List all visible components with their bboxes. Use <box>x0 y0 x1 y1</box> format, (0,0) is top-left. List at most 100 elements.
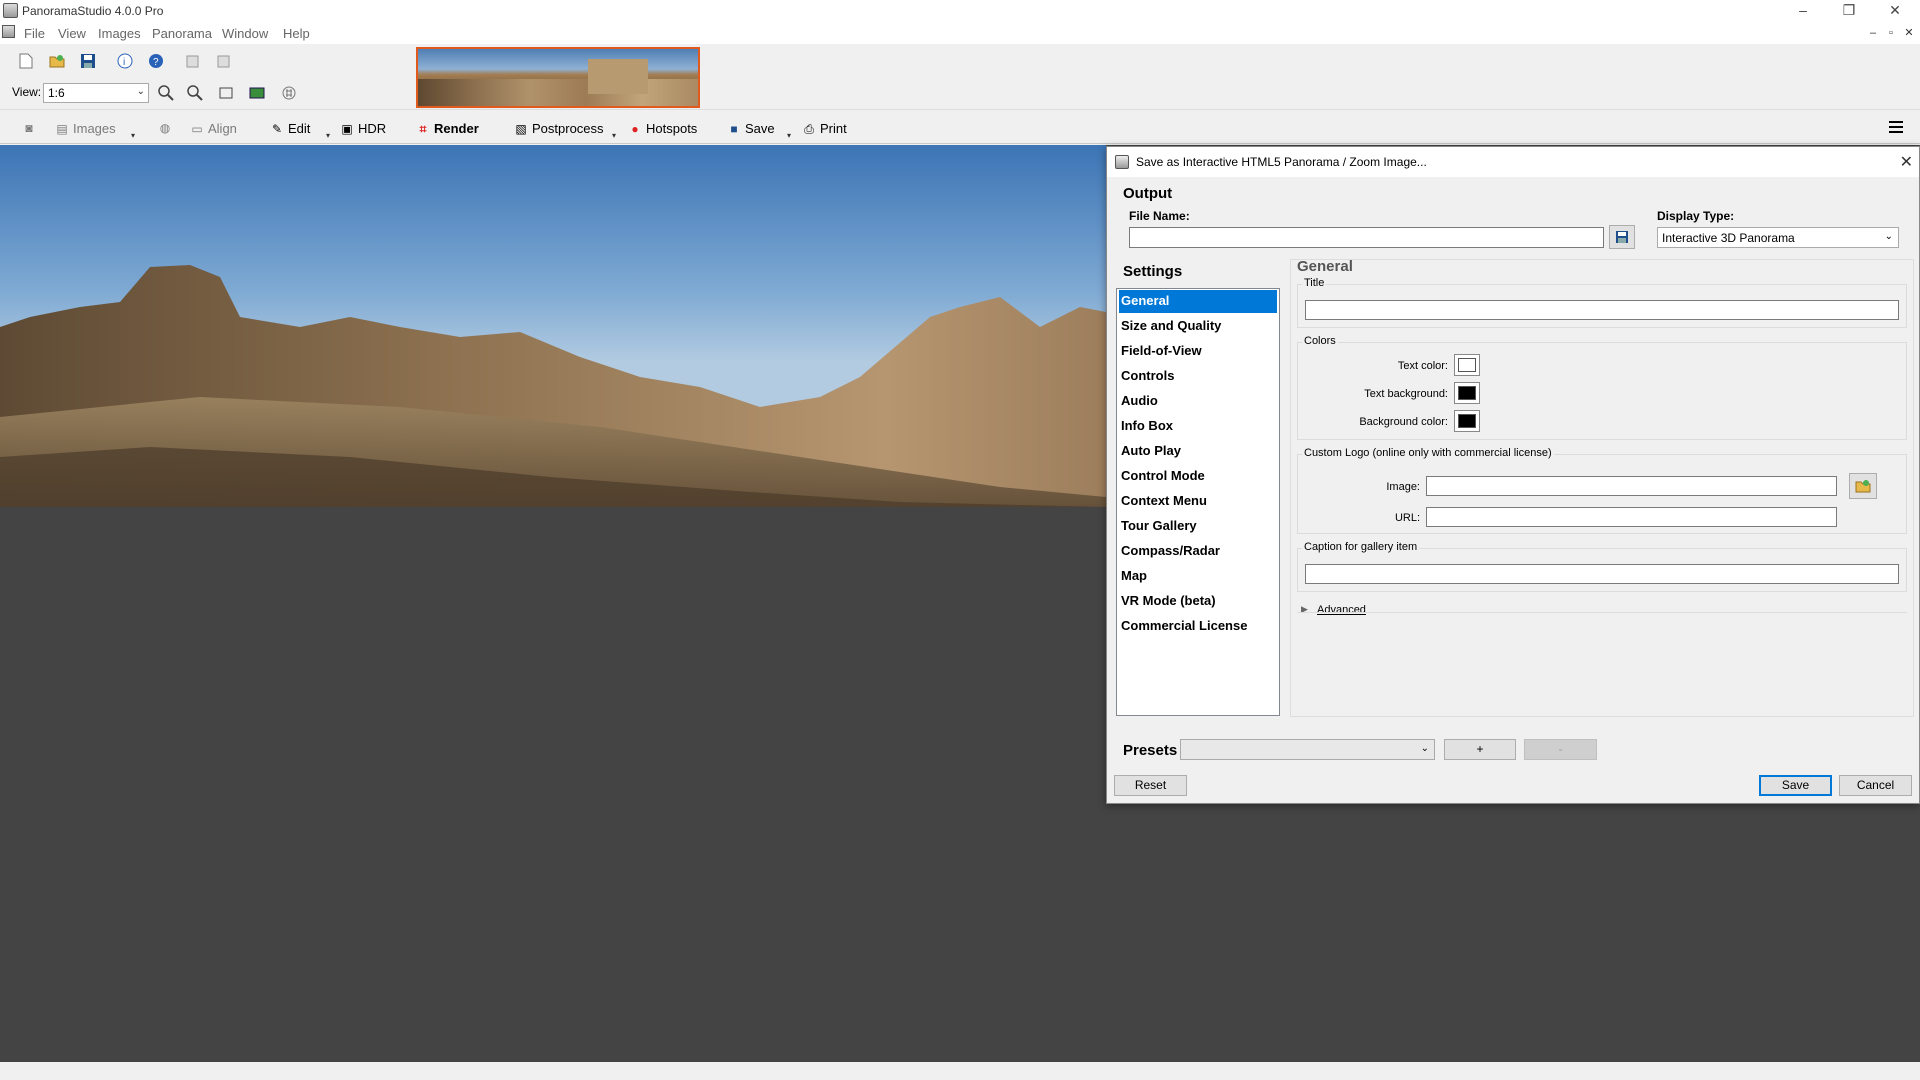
open-folder-icon[interactable] <box>46 50 68 72</box>
close-button[interactable]: ✕ <box>1872 0 1918 22</box>
dialog-close-icon[interactable]: ✕ <box>1900 152 1913 172</box>
colors-group-label: Colors <box>1302 335 1338 347</box>
title-input[interactable] <box>1305 300 1899 320</box>
logo-image-input[interactable] <box>1426 476 1837 496</box>
hdr-button[interactable]: ▣ HDR <box>340 121 386 136</box>
panorama-preview-image[interactable] <box>0 145 1106 507</box>
browse-file-button[interactable] <box>1609 225 1635 249</box>
expand-triangle-icon[interactable]: ▶ <box>1301 604 1308 615</box>
settings-item-controls[interactable]: Controls <box>1119 365 1277 388</box>
postprocess-label: Postprocess <box>532 121 604 136</box>
app-icon <box>3 3 18 18</box>
title-group: Title <box>1297 277 1907 328</box>
hamburger-menu-icon[interactable] <box>1888 120 1904 134</box>
display-type-select[interactable]: Interactive 3D Panorama ⌄ <box>1657 227 1899 248</box>
colors-group: Colors Text color: Text background: Back… <box>1297 335 1907 440</box>
settings-item-info-box[interactable]: Info Box <box>1119 415 1277 438</box>
hotspots-button[interactable]: ● Hotspots <box>628 121 697 136</box>
display-type-label: Display Type: <box>1657 209 1735 223</box>
mdi-minimize-button[interactable]: – <box>1865 26 1881 40</box>
images-button[interactable]: ▤ Images <box>55 121 115 136</box>
view-zoom-value: 1:6 <box>48 86 65 100</box>
settings-item-tour-gallery[interactable]: Tour Gallery <box>1119 515 1277 538</box>
settings-item-compass-radar[interactable]: Compass/Radar <box>1119 540 1277 563</box>
text-color-picker[interactable] <box>1454 354 1480 376</box>
logo-url-input[interactable] <box>1426 507 1837 527</box>
svg-text:i: i <box>123 57 125 68</box>
presets-select[interactable]: ⌄ <box>1180 739 1435 760</box>
settings-item-map[interactable]: Map <box>1119 565 1277 588</box>
info-icon[interactable]: i <box>114 50 136 72</box>
view-zoom-select[interactable]: 1:6 ⌄ <box>43 83 149 103</box>
globe-button[interactable]: ◍ <box>158 121 172 135</box>
file-name-input[interactable] <box>1129 227 1604 248</box>
restore-button[interactable]: ❐ <box>1826 0 1872 22</box>
menu-images[interactable]: Images <box>98 26 141 41</box>
settings-item-auto-play[interactable]: Auto Play <box>1119 440 1277 463</box>
grid-icon[interactable] <box>278 82 300 104</box>
general-settings-panel: General Title Colors Text color: Text ba… <box>1290 258 1914 717</box>
render-button[interactable]: ⌗ Render <box>416 121 479 136</box>
zoom-out-icon[interactable] <box>184 82 206 104</box>
add-preset-button[interactable]: + <box>1444 739 1516 760</box>
settings-item-control-mode[interactable]: Control Mode <box>1119 465 1277 488</box>
settings-item-general[interactable]: General <box>1119 290 1277 313</box>
mdi-close-button[interactable]: ✕ <box>1901 26 1917 40</box>
text-background-label: Text background: <box>1364 388 1448 400</box>
menu-panorama[interactable]: Panorama <box>152 26 212 41</box>
edit-dropdown-arrow-icon[interactable]: ▾ <box>326 131 330 140</box>
settings-item-context-menu[interactable]: Context Menu <box>1119 490 1277 513</box>
save-disk-icon[interactable] <box>77 50 99 72</box>
postprocess-button[interactable]: ▧ Postprocess <box>514 121 604 136</box>
zoom-fit-icon[interactable] <box>215 82 237 104</box>
settings-item-audio[interactable]: Audio <box>1119 390 1277 413</box>
align-button[interactable]: ▭ Align <box>190 121 237 136</box>
save-dropdown-arrow-icon[interactable]: ▾ <box>787 131 791 140</box>
text-background-picker[interactable] <box>1454 382 1480 404</box>
save-disk-icon: ■ <box>730 121 738 136</box>
settings-item-size-quality[interactable]: Size and Quality <box>1119 315 1277 338</box>
help-icon[interactable]: ? <box>145 50 167 72</box>
caption-input[interactable] <box>1305 564 1899 584</box>
images-dropdown-arrow-icon[interactable]: ▾ <box>131 131 135 140</box>
window-title: PanoramaStudio 4.0.0 Pro <box>22 4 164 18</box>
settings-item-vr-mode[interactable]: VR Mode (beta) <box>1119 590 1277 613</box>
edit-button[interactable]: ✎ Edit <box>270 121 310 136</box>
panel-heading: General <box>1297 258 1353 275</box>
settings-heading: Settings <box>1123 263 1183 280</box>
import-button[interactable]: ◙ <box>22 121 36 135</box>
new-file-icon[interactable] <box>15 50 37 72</box>
menu-file[interactable]: File <box>24 26 45 41</box>
align-icon: ▭ <box>191 121 203 136</box>
settings-item-field-of-view[interactable]: Field-of-View <box>1119 340 1277 363</box>
settings-item-commercial-license[interactable]: Commercial License <box>1119 615 1277 638</box>
cancel-button[interactable]: Cancel <box>1839 775 1912 796</box>
menu-window[interactable]: Window <box>222 26 268 41</box>
background-color-picker[interactable] <box>1454 410 1480 432</box>
save-button[interactable]: Save <box>1759 775 1832 796</box>
settings-list[interactable]: General Size and Quality Field-of-View C… <box>1116 288 1280 716</box>
save-button-toolbar[interactable]: ■ Save <box>727 121 774 136</box>
mdi-app-icon[interactable] <box>2 25 15 38</box>
undo-icon[interactable] <box>182 50 204 72</box>
print-button[interactable]: ⎙ Print <box>802 121 847 136</box>
camera-icon: ◙ <box>25 121 33 135</box>
presets-label: Presets <box>1123 742 1178 759</box>
background-color-swatch <box>1458 414 1476 428</box>
panorama-thumbnail[interactable] <box>416 47 700 108</box>
minimize-button[interactable]: – <box>1780 0 1826 22</box>
remove-preset-button[interactable]: - <box>1524 739 1597 760</box>
mdi-restore-button[interactable]: ▫ <box>1883 26 1899 40</box>
menu-help[interactable]: Help <box>283 26 310 41</box>
advanced-toggle[interactable]: Advanced <box>1317 604 1366 616</box>
svg-text:?: ? <box>153 57 159 68</box>
postprocess-dropdown-arrow-icon[interactable]: ▾ <box>612 131 616 140</box>
image-view-icon[interactable] <box>246 82 268 104</box>
browse-logo-button[interactable] <box>1849 473 1877 499</box>
printer-icon: ⎙ <box>804 121 814 136</box>
zoom-in-icon[interactable] <box>155 82 177 104</box>
menu-view[interactable]: View <box>58 26 86 41</box>
redo-icon[interactable] <box>212 50 234 72</box>
reset-button[interactable]: Reset <box>1114 775 1187 796</box>
postprocess-icon: ▧ <box>515 121 527 136</box>
